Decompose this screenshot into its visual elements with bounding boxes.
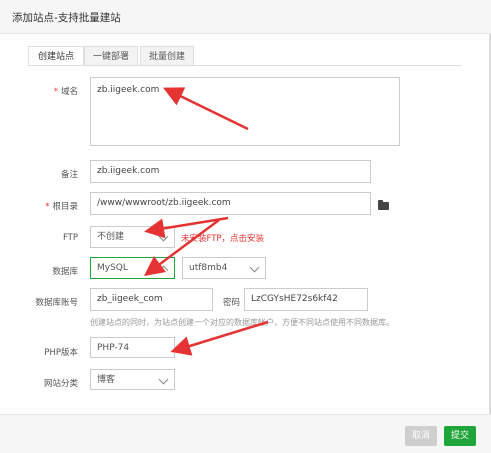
tab-batch-create[interactable]: 批量创建 [140,46,194,66]
chevron-up-icon [158,265,169,276]
tab-create-site[interactable]: 创建站点 [28,46,84,66]
category-label: 网站分类 [43,379,78,389]
domain-textarea[interactable]: zb.iigeek.com [90,77,400,146]
ftp-label: FTP [62,233,78,243]
category-select[interactable]: 博客 [90,369,175,390]
dialog-footer: 取消 提交 [0,414,491,453]
database-type-select[interactable]: MySQL [90,257,175,279]
add-site-dialog: 添加站点-支持批量建站 创建站点 一键部署 批量创建 * 域名 zb.iigeek… [0,0,491,453]
charset-select[interactable]: utf8mb4 [182,257,266,279]
root-label: * 根目录 [45,202,78,212]
dialog-titlebar: 添加站点-支持批量建站 [0,0,491,34]
php-version-value: PHP-74 [97,343,130,353]
tab-divider [28,65,461,66]
password-label: 密码 [222,298,240,308]
ftp-install-link[interactable]: 未安装FTP，点击安装 [181,232,264,244]
ftp-select[interactable]: 不创建 [90,226,175,248]
db-account-label: 数据库账号 [35,298,78,308]
category-value: 博客 [97,375,116,385]
root-dir-input[interactable]: /www/wwwroot/zb.iigeek.com [90,192,371,215]
chevron-down-icon [249,262,260,273]
ftp-select-value: 不创建 [97,232,125,242]
domain-label: * 域名 [53,87,78,97]
db-account-hint: 创建站点的同时，为站点创建一个对应的数据库帐户，方便不同站点使用不同数据库。 [90,318,394,327]
php-version-select[interactable]: PHP-74 [90,337,175,358]
charset-value: utf8mb4 [189,263,228,273]
db-account-input[interactable]: zb_iigeek_com [90,288,213,311]
chevron-down-icon [158,231,169,242]
php-label: PHP版本 [44,348,78,358]
remark-input[interactable]: zb.iigeek.com [90,160,371,183]
database-label: 数据库 [52,267,78,277]
db-password-input[interactable]: LzCGYsHE72s6kf42 [244,288,368,311]
chevron-down-icon [158,374,169,385]
submit-button[interactable]: 提交 [444,426,476,446]
folder-icon[interactable] [378,200,389,210]
tab-one-click-deploy[interactable]: 一键部署 [84,46,138,66]
database-type-value: MySQL [97,263,128,273]
remark-label: 备注 [60,170,78,180]
dialog-title: 添加站点-支持批量建站 [12,12,121,24]
cancel-button[interactable]: 取消 [405,426,437,446]
